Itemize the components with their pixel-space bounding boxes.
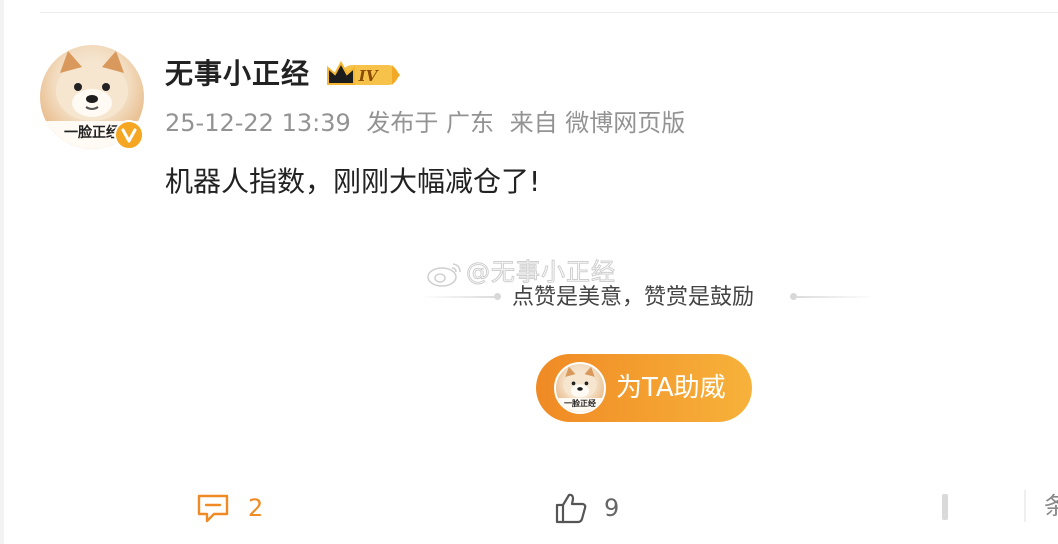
post-meta: 25-12-22 13:39 发布于 广东 来自 微博网页版 (165, 106, 693, 140)
comment-button[interactable]: 2 (196, 488, 263, 528)
like-count: 9 (604, 494, 620, 522)
like-button[interactable]: 9 (554, 488, 619, 528)
thumbs-up-icon (555, 493, 587, 524)
comment-count: 2 (248, 494, 264, 522)
right-divider (1024, 490, 1026, 522)
reward-tip-text: 点赞是美意，赞赏是鼓励 (512, 285, 755, 310)
reward-support-button[interactable]: 一脸正经 为TA助威 (536, 354, 752, 422)
scrollbar-thumb[interactable] (942, 494, 948, 520)
vip-level-badge[interactable]: IV (326, 60, 402, 90)
post-body-text: 机器人指数，刚刚大幅减仓了! (165, 165, 541, 198)
verified-v-icon (114, 120, 144, 150)
weibo-logo-icon (427, 263, 461, 287)
top-divider (40, 12, 1058, 13)
reward-author-avatar: 一脸正经 (554, 362, 606, 414)
reward-button-label: 为TA助威 (616, 373, 726, 403)
post-location: 发布于 广东 (366, 109, 495, 137)
tip-dot-left (494, 293, 501, 300)
tip-dot-right (790, 293, 797, 300)
clipped-edge-text: 条 (1044, 492, 1058, 520)
tip-divider-right (797, 296, 875, 298)
weibo-post-page: 一脸正经 无事小正经 IV 25-12-22 13:39 发布于 广东 来自 微… (0, 0, 1058, 544)
post-time[interactable]: 25-12-22 13:39 (165, 109, 351, 137)
comment-icon (197, 494, 229, 523)
vip-level-text: IV (358, 67, 379, 85)
reward-avatar-caption: 一脸正经 (556, 398, 604, 412)
author-name[interactable]: 无事小正经 (165, 56, 310, 92)
tip-divider-left (420, 296, 496, 298)
post-source: 来自 微博网页版 (509, 109, 686, 137)
left-edge-bar (0, 0, 4, 544)
